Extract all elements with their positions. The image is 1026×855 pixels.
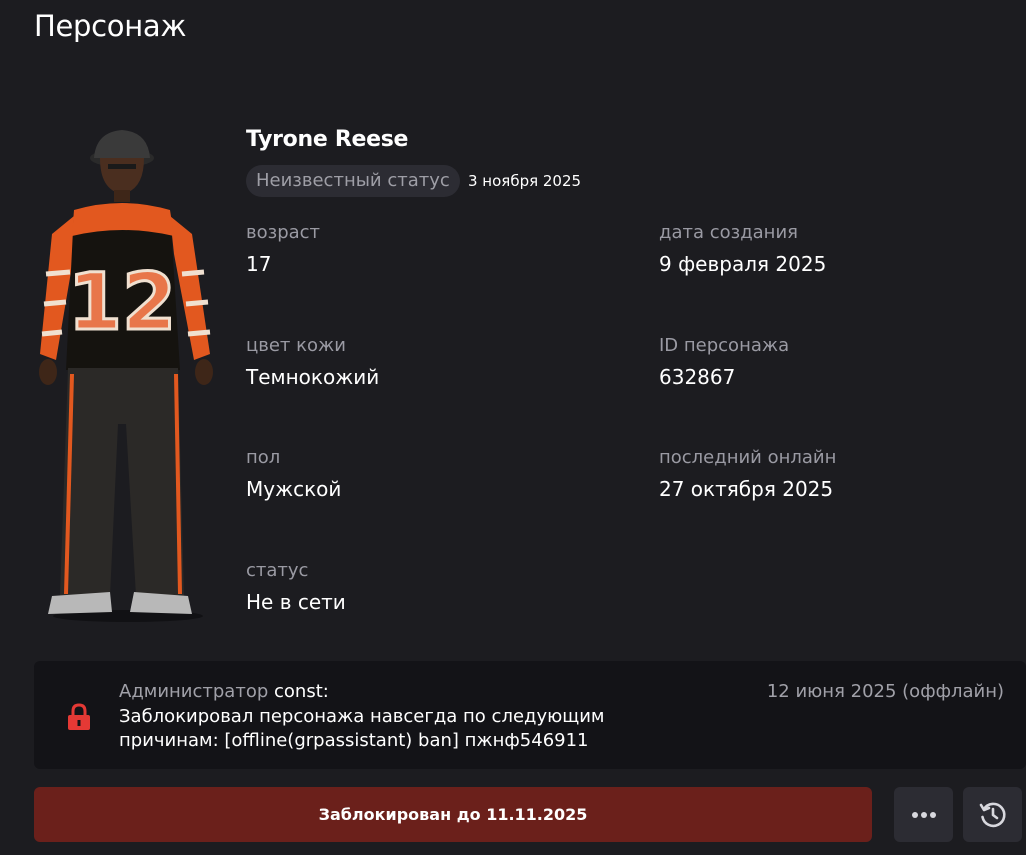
char-id-label: ID персонажа: [659, 335, 790, 356]
admin-role: Администратор: [119, 681, 269, 702]
lock-icon: [68, 703, 90, 730]
page-title: Персонаж: [34, 9, 187, 43]
ban-log-text: Заблокировал персонажа навсегда по следу…: [119, 706, 605, 751]
char-id-value: 632867: [659, 365, 736, 389]
created-label: дата создания: [659, 222, 798, 243]
admin-name: const:: [274, 681, 329, 702]
status-value: Не в сети: [246, 590, 346, 614]
character-avatar: 12: [39, 130, 213, 622]
age-value: 17: [246, 252, 272, 276]
more-button[interactable]: [894, 787, 953, 842]
age-label: возраст: [246, 222, 321, 243]
svg-text:12: 12: [68, 258, 177, 348]
ban-log-author: Администратор const:: [119, 681, 329, 702]
history-clock-icon: [979, 802, 1006, 827]
status-label: статус: [246, 560, 309, 581]
more-dots-icon: [911, 811, 936, 818]
ban-log-date: 12 июня 2025 (оффлайн): [766, 681, 1004, 702]
history-button[interactable]: [963, 787, 1022, 842]
skin-value: Темнокожий: [246, 365, 380, 389]
created-value: 9 февраля 2025: [659, 252, 827, 276]
banned-until-button[interactable]: Заблокирован до 11.11.2025: [34, 787, 872, 842]
gender-label: пол: [246, 447, 281, 468]
status-date: 3 ноября 2025: [468, 172, 582, 190]
skin-label: цвет кожи: [246, 335, 346, 356]
last-online-label: последний онлайн: [659, 447, 837, 468]
last-online-value: 27 октября 2025: [659, 477, 834, 501]
status-badge: Неизвестный статус: [246, 165, 460, 197]
gender-value: Мужской: [246, 477, 342, 501]
character-name: Tyrone Reese: [246, 127, 409, 152]
